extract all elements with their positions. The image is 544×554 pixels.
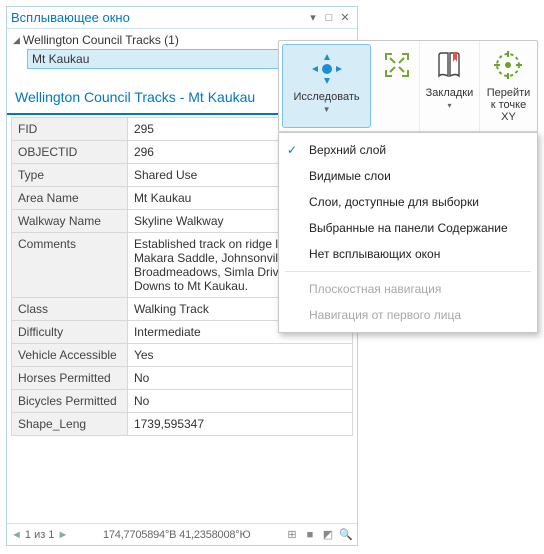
menu-item[interactable]: Слои, доступные для выборки <box>279 189 537 215</box>
prev-page-icon[interactable]: ◄ <box>11 529 22 541</box>
menu-item[interactable]: Выбранные на панели Содержание <box>279 215 537 241</box>
menu-item: Навигация от первого лица <box>279 302 537 328</box>
goto-xy-tool[interactable]: Перейти к точке XY <box>480 41 537 131</box>
attr-key: Area Name <box>12 187 128 210</box>
menu-item-label: Нет всплывающих окон <box>309 247 440 261</box>
menu-item-label: Слои, доступные для выборки <box>309 195 479 209</box>
tool-icon-b[interactable]: ■ <box>303 528 317 542</box>
zoom-full-tool[interactable] <box>374 41 420 131</box>
menu-item-label: Плоскостная навигация <box>309 282 441 296</box>
table-row: Bicycles PermittedNo <box>12 390 353 413</box>
check-icon: ✓ <box>287 143 297 157</box>
close-icon[interactable]: ✕ <box>337 11 353 24</box>
caret-down-icon: ◢ <box>13 35 23 46</box>
attr-value: Yes <box>127 344 352 367</box>
attr-key: Bicycles Permitted <box>12 390 128 413</box>
tool-zoom-icon[interactable]: 🔍 <box>339 528 353 542</box>
goto-xy-label: Перейти к точке XY <box>486 85 531 123</box>
explore-dropdown-icon[interactable]: ▼ <box>323 105 331 114</box>
zoom-full-label <box>395 85 398 99</box>
attr-key: Walkway Name <box>12 210 128 233</box>
menu-item-label: Выбранные на панели Содержание <box>309 221 508 235</box>
attr-key: Difficulty <box>12 321 128 344</box>
table-row: Shape_Leng1739,595347 <box>12 413 353 436</box>
tool-icon-a[interactable]: ⊞ <box>285 528 299 542</box>
attr-key: Horses Permitted <box>12 367 128 390</box>
bookmarks-dropdown-icon[interactable]: ▾ <box>447 101 451 110</box>
table-row: Vehicle AccessibleYes <box>12 344 353 367</box>
menu-item-label: Навигация от первого лица <box>309 308 461 322</box>
table-row: Horses PermittedNo <box>12 367 353 390</box>
menu-item-label: Верхний слой <box>309 143 386 157</box>
menu-item[interactable]: Нет всплывающих окон <box>279 241 537 267</box>
goto-xy-icon <box>493 45 523 85</box>
attr-key: Type <box>12 164 128 187</box>
popup-title: Всплывающее окно <box>11 10 305 25</box>
attr-value: No <box>127 390 352 413</box>
bookmarks-icon <box>434 45 464 85</box>
ribbon: Исследовать ▼ Закладки ▾ <box>278 40 538 132</box>
attr-key: Vehicle Accessible <box>12 344 128 367</box>
next-page-icon[interactable]: ► <box>57 529 68 541</box>
popup-header: Всплывающее окно ▾ □ ✕ <box>7 7 357 29</box>
float-icon[interactable]: □ <box>321 12 337 24</box>
tree-leaf-label: Mt Kaukau <box>32 52 89 66</box>
bookmarks-label: Закладки <box>426 85 474 99</box>
bookmarks-tool[interactable]: Закладки ▾ <box>420 41 480 131</box>
explore-menu: ✓ Верхний слой Видимые слои Слои, доступные… <box>278 132 538 333</box>
coordinates: 174,7705894°B 41,2358008°Ю <box>72 529 281 541</box>
explore-tool[interactable]: Исследовать ▼ <box>282 44 371 128</box>
attr-value: No <box>127 367 352 390</box>
attr-key: Comments <box>12 233 128 298</box>
menu-item[interactable]: ✓ Верхний слой <box>279 137 537 163</box>
attr-key: Shape_Leng <box>12 413 128 436</box>
attr-key: FID <box>12 118 128 141</box>
menu-separator <box>285 271 531 272</box>
attr-value: 1739,595347 <box>127 413 352 436</box>
tree-node-label: Wellington Council Tracks (1) <box>23 33 179 47</box>
tool-icon-c[interactable]: ◩ <box>321 528 335 542</box>
attr-key: OBJECTID <box>12 141 128 164</box>
attr-key: Class <box>12 298 128 321</box>
page-indicator: 1 из 1 <box>25 529 55 541</box>
status-bar: ◄ 1 из 1 ► 174,7705894°B 41,2358008°Ю ⊞ … <box>7 523 357 545</box>
menu-item[interactable]: Видимые слои <box>279 163 537 189</box>
pager: ◄ 1 из 1 ► <box>11 529 68 541</box>
menu-item-label: Видимые слои <box>309 169 391 183</box>
explore-label: Исследовать <box>293 89 359 103</box>
options-icon[interactable]: ▾ <box>305 11 321 24</box>
zoom-full-icon <box>383 45 411 85</box>
menu-item: Плоскостная навигация <box>279 276 537 302</box>
explore-icon <box>310 49 344 89</box>
